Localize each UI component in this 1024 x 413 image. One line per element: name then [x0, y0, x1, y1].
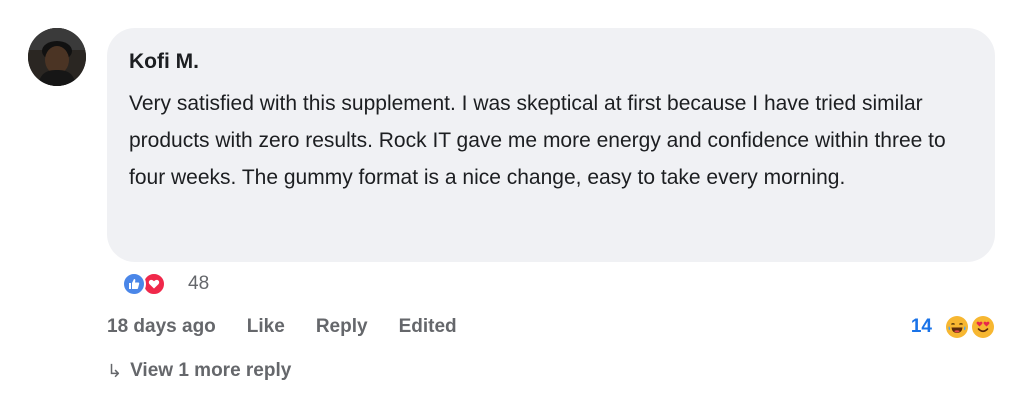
view-more-replies-label: View 1 more reply [130, 360, 292, 381]
laughing-face-icon [946, 316, 968, 338]
reply-button[interactable]: Reply [316, 316, 368, 338]
comment-text: Very satisfied with this supplement. I w… [129, 92, 946, 189]
edited-label[interactable]: Edited [399, 316, 457, 338]
like-button[interactable]: Like [247, 316, 285, 338]
reply-arrow-icon: ↳ [107, 360, 123, 381]
thumbs-up-icon [122, 272, 146, 296]
comment-author[interactable]: Kofi M. [129, 49, 965, 75]
comment-bubble: Kofi M. Very satisfied with this supplem… [107, 28, 995, 262]
user-photo [28, 28, 86, 86]
reaction-count: 48 [188, 273, 210, 294]
reaction-icons [122, 270, 172, 298]
reply-reaction-count: 14 [910, 316, 932, 337]
heart-eyes-face-icon [972, 316, 994, 338]
comment-thread: Kofi M. Very satisfied with this supplem… [0, 0, 1024, 413]
reaction-summary[interactable]: 48 [122, 270, 209, 298]
comment-timestamp[interactable]: 18 days ago [107, 316, 216, 338]
view-more-replies-link[interactable]: ↳ View 1 more reply [107, 357, 291, 385]
avatar[interactable] [28, 28, 86, 86]
reply-reactions[interactable]: 14 [911, 313, 994, 341]
comment-actions: 18 days ago Like Reply Edited [107, 313, 488, 341]
